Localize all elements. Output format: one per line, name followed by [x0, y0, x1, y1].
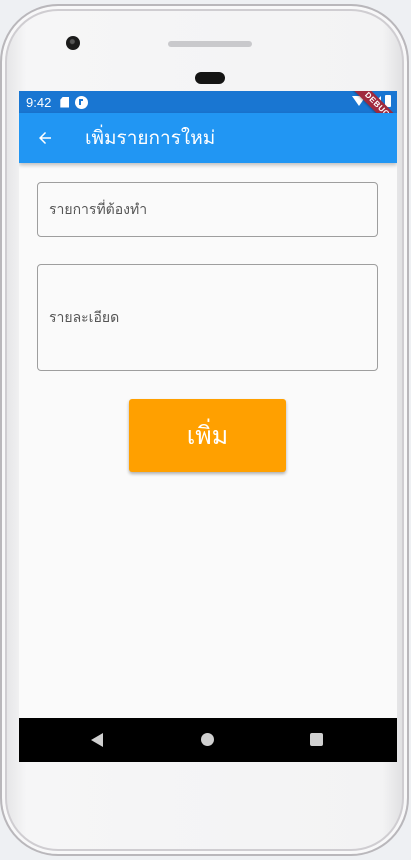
- add-button-label: เพิ่ม: [186, 420, 229, 450]
- proximity-sensor: [195, 72, 225, 84]
- status-time: 9:42: [26, 94, 52, 110]
- add-button[interactable]: เพิ่ม: [129, 399, 286, 472]
- todo-detail-input[interactable]: รายละเอียด: [37, 264, 378, 371]
- page-title: เพิ่มรายการใหม่: [85, 127, 216, 149]
- sd-card-icon: [60, 96, 70, 108]
- todo-title-placeholder: รายการที่ต้องทำ: [49, 201, 148, 218]
- todo-title-input[interactable]: รายการที่ต้องทำ: [37, 182, 378, 237]
- earpiece-speaker: [168, 41, 252, 47]
- app-bar: เพิ่มรายการใหม่: [19, 113, 397, 163]
- screen: 9:42 DEBUG เพิ่มรายการใหม่ รายการที่ต้อง…: [19, 91, 397, 762]
- status-bar: 9:42 DEBUG: [19, 91, 397, 138]
- back-button[interactable]: [32, 125, 58, 151]
- nav-back-icon[interactable]: [91, 733, 103, 747]
- todo-detail-placeholder: รายละเอียด: [49, 309, 120, 326]
- front-camera: [66, 36, 80, 50]
- arrow-back-icon: [39, 132, 51, 144]
- notification-icon: [75, 95, 89, 109]
- nav-recents-icon[interactable]: [310, 733, 323, 746]
- nav-home-icon[interactable]: [201, 733, 214, 746]
- system-nav-bar: [19, 718, 397, 762]
